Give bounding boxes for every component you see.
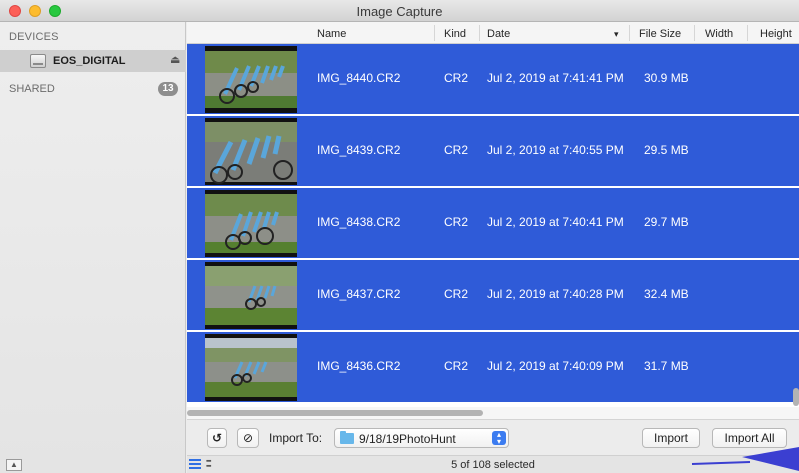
sidebar-toggle-button[interactable]: ▲ — [6, 459, 22, 471]
column-date[interactable]: Date — [487, 27, 510, 41]
file-kind: CR2 — [444, 215, 469, 229]
file-date: Jul 2, 2019 at 7:40:09 PM — [487, 359, 624, 373]
column-divider[interactable] — [629, 25, 630, 41]
photo-thumbnail — [205, 190, 297, 257]
file-kind: CR2 — [444, 71, 469, 85]
column-name[interactable]: Name — [317, 27, 346, 41]
folder-icon — [340, 431, 354, 444]
photo-thumbnail — [205, 118, 297, 185]
table-row[interactable]: IMG_8438.CR2 CR2 Jul 2, 2019 at 7:40:41 … — [187, 188, 799, 259]
file-size: 29.5 MB — [644, 143, 689, 157]
shared-header[interactable]: SHARED — [9, 83, 55, 95]
column-height[interactable]: Height — [760, 27, 792, 41]
file-name: IMG_8439.CR2 — [317, 143, 401, 157]
window-title: Image Capture — [356, 4, 443, 19]
column-divider[interactable] — [479, 25, 480, 41]
sort-chevron-down-icon[interactable]: ▾ — [614, 27, 619, 41]
import-destination-select[interactable]: 9/18/19PhotoHunt ▴ ▾ — [334, 428, 509, 448]
file-kind: CR2 — [444, 287, 469, 301]
file-list[interactable]: IMG_8440.CR2 CR2 Jul 2, 2019 at 7:41:41 … — [187, 44, 799, 407]
sidebar: DEVICES EOS_DIGITAL ⏏ SHARED 13 ▲ — [0, 22, 186, 473]
chevron-updown-icon: ▴ ▾ — [492, 431, 506, 446]
table-row[interactable]: IMG_8440.CR2 CR2 Jul 2, 2019 at 7:41:41 … — [187, 44, 799, 115]
shared-count-badge: 13 — [158, 82, 178, 96]
file-date: Jul 2, 2019 at 7:41:41 PM — [487, 71, 624, 85]
horizontal-scroll-thumb[interactable] — [187, 410, 483, 416]
file-kind: CR2 — [444, 359, 469, 373]
sidebar-item-label: EOS_DIGITAL — [53, 55, 126, 67]
table-row[interactable]: IMG_8439.CR2 CR2 Jul 2, 2019 at 7:40:55 … — [187, 116, 799, 187]
photo-thumbnail — [205, 262, 297, 329]
file-name: IMG_8436.CR2 — [317, 359, 401, 373]
devices-header: DEVICES — [9, 31, 59, 43]
column-width[interactable]: Width — [705, 27, 733, 41]
photo-thumbnail — [205, 334, 297, 401]
eject-icon[interactable]: ⏏ — [170, 53, 180, 66]
file-size: 29.7 MB — [644, 215, 689, 229]
photo-thumbnail — [205, 46, 297, 113]
column-divider[interactable] — [434, 25, 435, 41]
column-divider[interactable] — [747, 25, 748, 41]
rotate-left-icon: ↺ — [211, 431, 223, 445]
file-date: Jul 2, 2019 at 7:40:28 PM — [487, 287, 624, 301]
sidebar-item-eos-digital[interactable]: EOS_DIGITAL ⏏ — [0, 50, 186, 72]
drive-icon — [30, 54, 46, 68]
file-name: IMG_8438.CR2 — [317, 215, 401, 229]
import-to-label: Import To: — [269, 431, 323, 445]
file-name: IMG_8437.CR2 — [317, 287, 401, 301]
table-row[interactable]: IMG_8436.CR2 CR2 Jul 2, 2019 at 7:40:09 … — [187, 332, 799, 403]
rotate-left-button[interactable]: ↺ — [207, 428, 227, 448]
file-size: 32.4 MB — [644, 287, 689, 301]
file-size: 30.9 MB — [644, 71, 689, 85]
prohibit-icon: ⊘ — [242, 431, 254, 445]
column-kind[interactable]: Kind — [444, 27, 466, 41]
column-header: Name Kind Date ▾ File Size Width Height — [187, 22, 799, 44]
import-destination-value: 9/18/19PhotoHunt — [359, 432, 456, 446]
annotation-arrow-icon — [691, 447, 799, 471]
column-divider[interactable] — [694, 25, 695, 41]
file-date: Jul 2, 2019 at 7:40:41 PM — [487, 215, 624, 229]
file-date: Jul 2, 2019 at 7:40:55 PM — [487, 143, 624, 157]
file-kind: CR2 — [444, 143, 469, 157]
file-size: 31.7 MB — [644, 359, 689, 373]
column-file-size[interactable]: File Size — [639, 27, 681, 41]
vertical-scrollbar[interactable] — [793, 388, 799, 406]
image-capture-window: Image Capture DEVICES EOS_DIGITAL ⏏ SHAR… — [0, 0, 799, 473]
horizontal-scrollbar[interactable] — [187, 407, 799, 419]
title-bar: Image Capture — [0, 0, 799, 22]
file-name: IMG_8440.CR2 — [317, 71, 401, 85]
table-row[interactable]: IMG_8437.CR2 CR2 Jul 2, 2019 at 7:40:28 … — [187, 260, 799, 331]
delete-button[interactable]: ⊘ — [237, 428, 259, 448]
